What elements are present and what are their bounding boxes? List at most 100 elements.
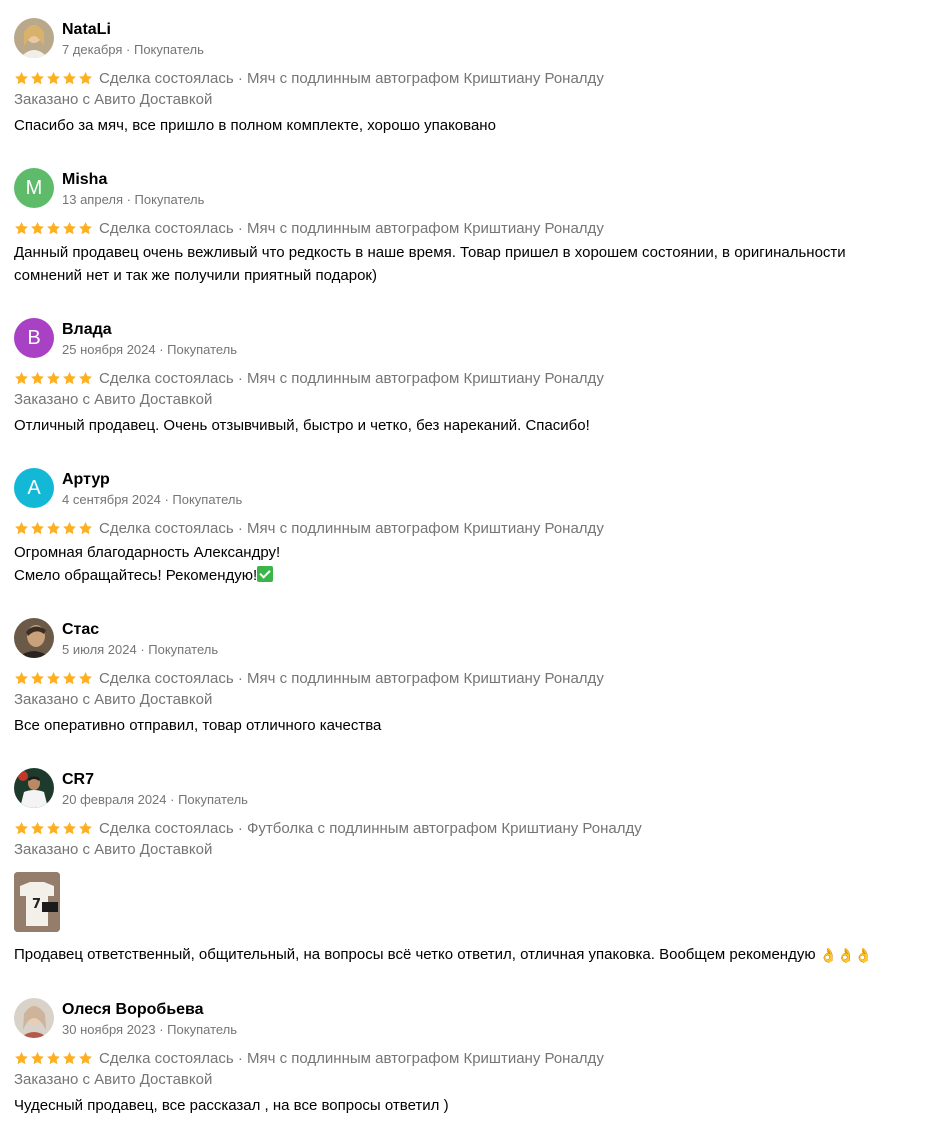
review-text: Спасибо за мяч, все пришло в полном комп… xyxy=(14,117,496,134)
star-icon xyxy=(15,671,28,684)
star-icon xyxy=(31,71,44,84)
star-icon xyxy=(47,821,60,834)
rating-row: Сделка состоялась · Мяч с подлинным авто… xyxy=(14,1048,604,1068)
star-icon xyxy=(79,521,92,534)
review-text: Все оперативно отправил, товар отличного… xyxy=(14,717,382,734)
delivery-note: Заказано с Авито Доставкой xyxy=(14,391,213,408)
review-meta: 20 февраля 2024 · Покупатель xyxy=(62,792,248,807)
reviewer-name[interactable]: CR7 xyxy=(62,771,94,789)
review-photo[interactable]: 7 xyxy=(14,872,60,932)
review-text-line: сомнений нет и так же получили приятный … xyxy=(14,267,377,284)
avatar[interactable] xyxy=(14,618,54,658)
review-text-line-content: Смело обращайтесь! Рекомендую! xyxy=(14,567,258,584)
deal-status: Сделка состоялась · Мяч с подлинным авто… xyxy=(99,369,604,387)
review-text: Отличный продавец. Очень отзывчивый, быс… xyxy=(14,417,590,434)
star-icon xyxy=(79,371,92,384)
delivery-note: Заказано с Авито Доставкой xyxy=(14,91,213,108)
star-icon xyxy=(15,521,28,534)
star-rating xyxy=(14,71,93,86)
avatar-letter: А xyxy=(27,476,41,499)
review-text: Огромная благодарность Александру! Смело… xyxy=(14,541,914,587)
avatar[interactable] xyxy=(14,768,54,808)
star-rating xyxy=(14,371,93,386)
star-icon xyxy=(79,671,92,684)
deal-status: Сделка состоялась · Мяч с подлинным авто… xyxy=(99,519,604,537)
star-icon xyxy=(31,521,44,534)
star-icon xyxy=(63,71,76,84)
star-icon xyxy=(63,671,76,684)
review-meta: 30 ноября 2023 · Покупатель xyxy=(62,1022,238,1037)
avatar[interactable]: M xyxy=(14,168,54,208)
star-icon xyxy=(63,221,76,234)
review-meta: 13 апреля · Покупатель xyxy=(62,192,205,207)
star-icon xyxy=(31,671,44,684)
review-meta: 25 ноября 2024 · Покупатель xyxy=(62,342,238,357)
star-icon xyxy=(15,1051,28,1064)
rating-row: Сделка состоялась · Мяч с подлинным авто… xyxy=(14,668,604,688)
avatar[interactable]: А xyxy=(14,468,54,508)
star-icon xyxy=(15,371,28,384)
star-icon xyxy=(15,71,28,84)
woman-photo-avatar-icon xyxy=(14,998,54,1038)
star-rating xyxy=(14,221,93,236)
man-photo-avatar-icon xyxy=(14,618,54,658)
delivery-note: Заказано с Авито Доставкой xyxy=(14,691,213,708)
rating-row: Сделка состоялась · Футболка с подлинным… xyxy=(14,818,642,838)
review-text-line: Смело обращайтесь! Рекомендую! xyxy=(14,564,914,587)
star-icon xyxy=(31,371,44,384)
review-meta: 7 декабря · Покупатель xyxy=(62,42,204,57)
star-icon xyxy=(31,821,44,834)
star-icon xyxy=(79,221,92,234)
reviewer-name[interactable]: Артур xyxy=(62,471,110,489)
star-icon xyxy=(47,1051,60,1064)
star-icon xyxy=(15,821,28,834)
avatar-letter: M xyxy=(25,176,43,199)
reviewer-name[interactable]: Misha xyxy=(62,171,107,189)
rating-row: Сделка состоялась · Мяч с подлинным авто… xyxy=(14,518,604,538)
reviewer-name[interactable]: Влада xyxy=(62,321,112,339)
reviewer-name[interactable]: Стас xyxy=(62,621,99,639)
deal-status: Сделка состоялась · Мяч с подлинным авто… xyxy=(99,669,604,687)
star-icon xyxy=(63,1051,76,1064)
review-meta: 5 июля 2024 · Покупатель xyxy=(62,642,219,657)
avatar[interactable]: В xyxy=(14,318,54,358)
star-rating xyxy=(14,1051,93,1066)
avatar[interactable] xyxy=(14,18,54,58)
star-icon xyxy=(47,671,60,684)
star-icon xyxy=(63,521,76,534)
review-text-content: Продавец ответственный, общительный, на … xyxy=(14,946,816,963)
star-icon xyxy=(79,71,92,84)
star-rating xyxy=(14,671,93,686)
ok-hand-emoji: 👌👌👌 xyxy=(819,947,873,963)
star-icon xyxy=(63,371,76,384)
star-icon xyxy=(31,221,44,234)
rating-row: Сделка состоялась · Мяч с подлинным авто… xyxy=(14,218,604,238)
reviewer-name[interactable]: Олеся Воробьева xyxy=(62,1001,204,1019)
star-icon xyxy=(47,71,60,84)
star-icon xyxy=(15,221,28,234)
star-icon xyxy=(47,371,60,384)
jersey-photo-icon: 7 xyxy=(14,872,60,932)
rating-row: Сделка состоялась · Мяч с подлинным авто… xyxy=(14,68,604,88)
star-rating xyxy=(14,521,93,536)
deal-status: Сделка состоялась · Мяч с подлинным авто… xyxy=(99,69,604,87)
avatar[interactable] xyxy=(14,998,54,1038)
star-icon xyxy=(79,821,92,834)
delivery-note: Заказано с Авито Доставкой xyxy=(14,841,213,858)
review-text-line: Данный продавец очень вежливый что редко… xyxy=(14,244,846,261)
avatar-letter: В xyxy=(27,326,41,349)
review-text-line: Огромная благодарность Александру! xyxy=(14,544,281,561)
review-meta: 4 сентября 2024 · Покупатель xyxy=(62,492,243,507)
delivery-note: Заказано с Авито Доставкой xyxy=(14,1071,213,1088)
star-rating xyxy=(14,821,93,836)
review-text: Чудесный продавец, все рассказал , на вс… xyxy=(14,1097,449,1114)
deal-status: Сделка состоялась · Футболка с подлинным… xyxy=(99,819,642,837)
deal-status: Сделка состоялась · Мяч с подлинным авто… xyxy=(99,1049,604,1067)
star-icon xyxy=(47,521,60,534)
review-text: Продавец ответственный, общительный, на … xyxy=(14,943,914,967)
star-icon xyxy=(31,1051,44,1064)
reviewer-name[interactable]: NataLi xyxy=(62,21,111,39)
rating-row: Сделка состоялась · Мяч с подлинным авто… xyxy=(14,368,604,388)
deal-status: Сделка состоялась · Мяч с подлинным авто… xyxy=(99,219,604,237)
footballer-photo-avatar-icon xyxy=(14,768,54,808)
